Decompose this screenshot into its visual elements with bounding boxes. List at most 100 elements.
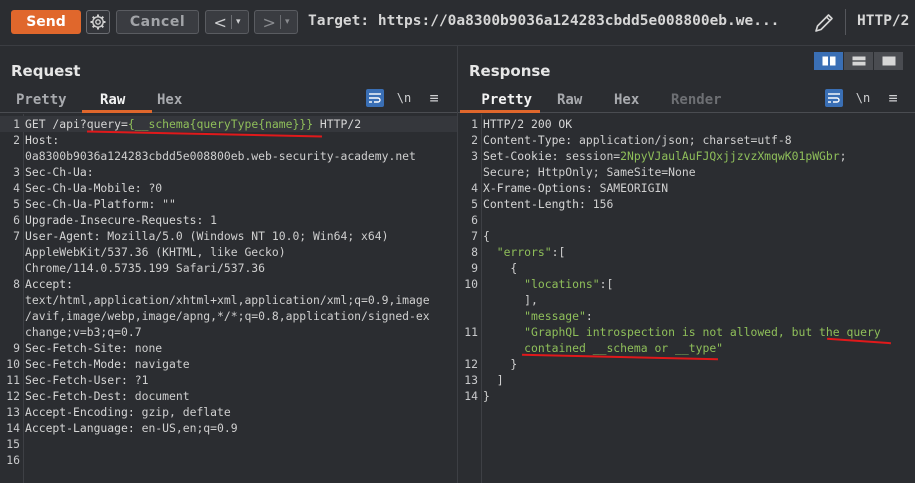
code-line: 3 Set-Cookie: session=2NpyVJaulAuFJQxjjzv… xyxy=(458,148,915,164)
code-line: 6 xyxy=(458,212,915,228)
code-line: 9 Sec-Fetch-Site: none xyxy=(0,340,457,356)
menu-icon[interactable]: ≡ xyxy=(425,89,443,107)
text-token: HTTP/2 xyxy=(313,117,362,131)
code-line: 0a8300b9036a124283cbdd5e008800eb.web-sec… xyxy=(0,148,457,164)
settings-button[interactable] xyxy=(86,10,110,34)
line-text: Accept: xyxy=(25,276,73,292)
gear-icon xyxy=(90,14,106,30)
code-line: 15 xyxy=(0,436,457,452)
text-token: navigate xyxy=(127,357,190,371)
text-token: query= xyxy=(86,117,128,131)
forward-button[interactable]: > ▾ xyxy=(254,10,298,34)
text-token: 0a8300b9036a124283cbdd5e008800eb.web-sec… xyxy=(25,149,416,163)
code-line: 11 Sec-Fetch-User: ?1 xyxy=(0,372,457,388)
text-token: Upgrade-Insecure-Requests: xyxy=(25,213,204,227)
line-number: 5 xyxy=(13,197,20,211)
value-token: "message" xyxy=(524,309,586,323)
code-line: 2 Content-Type: application/json; charset… xyxy=(458,132,915,148)
text-token: X-Frame-Options: xyxy=(483,181,593,195)
active-tab-indicator xyxy=(82,110,152,113)
value-token: {__schema{queryType{name}}} xyxy=(127,117,314,131)
value-token: "locations" xyxy=(524,277,600,291)
text-token: AppleWebKit/537.36 (KHTML, like Gecko) xyxy=(25,245,286,259)
layout-single-pane[interactable] xyxy=(874,52,903,70)
code-line: 4 X-Frame-Options: SAMEORIGIN xyxy=(458,180,915,196)
line-number: 8 xyxy=(471,245,478,259)
newline-toggle[interactable]: \n xyxy=(395,89,413,107)
active-tab-indicator xyxy=(460,110,540,113)
request-editor[interactable]: 1 GET /api?query={__schema{queryType{name… xyxy=(0,114,457,483)
newline-toggle[interactable]: \n xyxy=(854,89,872,107)
text-token: Content-Length: xyxy=(483,197,586,211)
value-token: contained __schema or __type" xyxy=(524,341,724,355)
text-token: : xyxy=(585,309,593,323)
code-line: 8 Accept: xyxy=(0,276,457,292)
layout-split-vertical[interactable] xyxy=(844,52,873,70)
code-line: 8 "errors":[ xyxy=(458,244,915,260)
line-number: 4 xyxy=(471,181,478,195)
text-token: application/json; charset=utf-8 xyxy=(572,133,792,147)
code-line: 12 Sec-Fetch-Dest: document xyxy=(0,388,457,404)
http-version-selector[interactable]: HTTP/2 xyxy=(857,13,909,29)
text-token: Secure; HttpOnly; SameSite=None xyxy=(483,165,696,179)
send-button[interactable]: Send xyxy=(11,10,81,34)
wrap-icon xyxy=(369,93,381,103)
tab-pretty[interactable]: Pretty xyxy=(16,88,67,112)
text-token: Accept-Language: xyxy=(25,421,135,435)
word-wrap-toggle[interactable] xyxy=(366,89,384,107)
word-wrap-toggle[interactable] xyxy=(825,89,843,107)
request-title: Request xyxy=(11,62,81,80)
line-number: 7 xyxy=(13,229,20,243)
layout-split-horizontal[interactable] xyxy=(814,52,843,70)
chevron-down-icon[interactable]: ▾ xyxy=(285,17,290,27)
code-line: 13 Accept-Encoding: gzip, deflate xyxy=(0,404,457,420)
line-text: Sec-Fetch-Dest: document xyxy=(25,388,190,404)
line-number: 1 xyxy=(13,117,20,131)
text-token: Sec-Fetch-Dest: xyxy=(25,389,128,403)
code-line: 10 Sec-Fetch-Mode: navigate xyxy=(0,356,457,372)
text-token: Accept: xyxy=(25,277,74,291)
tab-hex[interactable]: Hex xyxy=(157,88,182,112)
value-token: "errors" xyxy=(496,245,552,259)
back-button[interactable]: < ▾ xyxy=(205,10,249,34)
line-number: 13 xyxy=(464,373,478,387)
line-text: HTTP/2 200 OK xyxy=(483,116,572,132)
line-number: 2 xyxy=(471,133,478,147)
response-editor[interactable]: 1 HTTP/2 200 OK 2 Content-Type: application… xyxy=(458,114,915,483)
line-text: Sec-Ch-Ua-Mobile: ?0 xyxy=(25,180,162,196)
line-text: Content-Length: 156 xyxy=(483,196,613,212)
line-number: 16 xyxy=(6,453,20,467)
code-line: 13 ] xyxy=(458,372,915,388)
code-line: 5 Content-Length: 156 xyxy=(458,196,915,212)
target-url[interactable]: Target: https://0a8300b9036a124283cbdd5e… xyxy=(308,13,779,29)
tab-raw[interactable]: Raw xyxy=(557,88,582,112)
value-token: 2NpyVJaulAuFJQxjjzvzXmqwK01pWGbr xyxy=(620,149,840,163)
menu-icon[interactable]: ≡ xyxy=(884,89,902,107)
tab-pretty[interactable]: Pretty xyxy=(472,88,532,112)
cancel-button[interactable]: Cancel xyxy=(116,10,199,34)
code-line: 6 Upgrade-Insecure-Requests: 1 xyxy=(0,212,457,228)
line-number: 13 xyxy=(6,405,20,419)
code-line: ], xyxy=(458,292,915,308)
line-number: 11 xyxy=(6,373,20,387)
line-text: } xyxy=(483,388,490,404)
line-text: Sec-Ch-Ua-Platform: "" xyxy=(25,196,176,212)
text-token: none xyxy=(127,341,163,355)
code-line: 14} xyxy=(458,388,915,404)
text-token: :[ xyxy=(551,245,566,259)
code-line: 1 HTTP/2 200 OK xyxy=(458,116,915,132)
chevron-down-icon[interactable]: ▾ xyxy=(236,17,241,27)
line-text: { xyxy=(483,260,517,276)
text-token: document xyxy=(127,389,190,403)
edit-target-button[interactable] xyxy=(811,10,837,36)
tab-hex[interactable]: Hex xyxy=(614,88,639,112)
line-number: 8 xyxy=(13,277,20,291)
text-token: Chrome/114.0.5735.199 Safari/537.36 xyxy=(25,261,266,275)
line-text: /avif,image/webp,image/apng,*/*;q=0.8,ap… xyxy=(25,308,430,324)
text-token: Mozilla/5.0 (Windows NT 10.0; Win64; x64… xyxy=(100,229,389,243)
tab-raw[interactable]: Raw xyxy=(100,88,125,112)
tab-render[interactable]: Render xyxy=(671,88,722,112)
text-token: ; xyxy=(839,149,847,163)
